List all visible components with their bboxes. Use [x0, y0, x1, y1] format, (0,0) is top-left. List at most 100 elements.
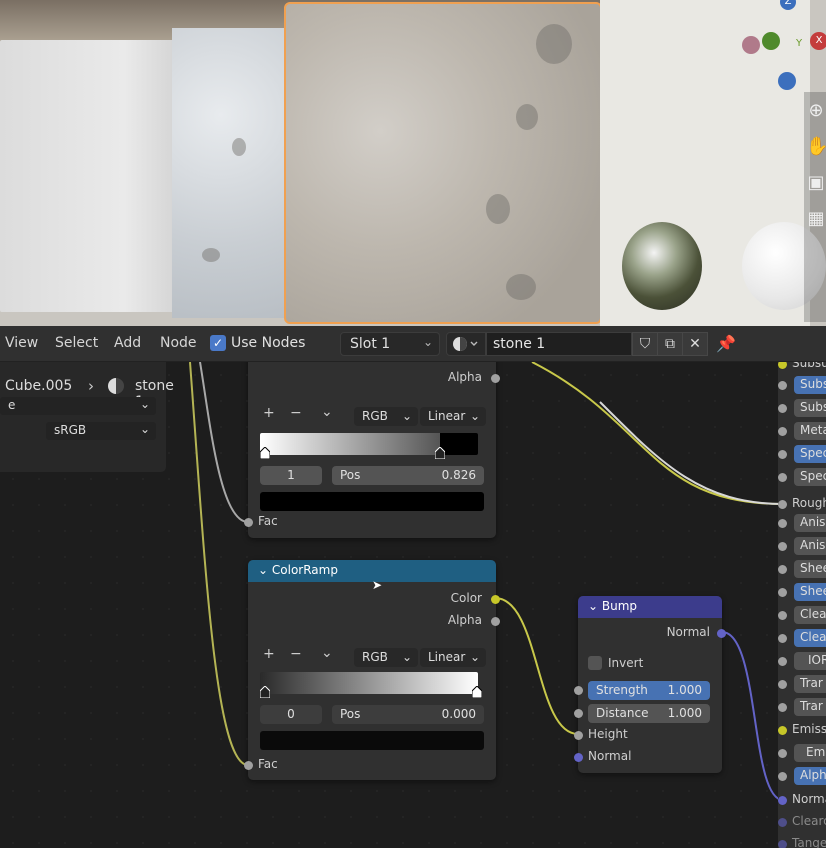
remove-stop-icon[interactable]: −	[290, 646, 302, 662]
input-socket[interactable]	[778, 657, 787, 666]
bsdf-field[interactable]: IOR	[794, 652, 826, 670]
bsdf-field[interactable]: Subs	[794, 376, 826, 394]
input-socket[interactable]	[778, 362, 787, 369]
stop-index-field[interactable]: 1	[260, 466, 322, 485]
input-socket[interactable]	[778, 473, 787, 482]
color-mode-select[interactable]: RGB ⌄	[354, 407, 418, 426]
normal-output-socket[interactable]	[717, 629, 726, 638]
menu-select[interactable]: Select	[55, 335, 98, 351]
close-icon[interactable]: ✕	[682, 332, 708, 356]
input-socket[interactable]	[778, 542, 787, 551]
fac-input-socket[interactable]	[244, 518, 253, 527]
stop-position-field[interactable]: Pos 0.000	[332, 705, 484, 724]
input-socket[interactable]	[778, 611, 787, 620]
bump-header[interactable]: ⌄ Bump	[578, 596, 722, 618]
alpha-output-socket[interactable]	[491, 617, 500, 626]
gizmo-neg-z-axis[interactable]	[778, 72, 796, 90]
menu-view[interactable]: View	[5, 335, 38, 351]
chevron-down-icon[interactable]: ⌄	[258, 563, 268, 577]
checkbox-icon[interactable]	[588, 656, 602, 670]
ramp-stop-handle[interactable]	[260, 447, 270, 459]
gizmo-y-axis[interactable]	[762, 32, 780, 50]
marble-block[interactable]	[172, 28, 294, 318]
input-socket[interactable]	[778, 519, 787, 528]
stop-index-field[interactable]: 0	[260, 705, 322, 724]
left-block[interactable]	[0, 40, 178, 312]
bsdf-field[interactable]: Alph	[794, 767, 826, 785]
color-output-socket[interactable]	[491, 595, 500, 604]
stop-position-field[interactable]: Pos 0.826	[332, 466, 484, 485]
add-stop-icon[interactable]: +	[263, 646, 275, 662]
emission-input-socket[interactable]	[778, 726, 787, 735]
add-stop-icon[interactable]: +	[263, 405, 275, 421]
input-socket[interactable]	[778, 588, 787, 597]
input-socket[interactable]	[778, 749, 787, 758]
strength-field[interactable]: Strength 1.000	[588, 681, 710, 700]
input-socket[interactable]	[778, 404, 787, 413]
ramp-stop-handle-active[interactable]	[435, 447, 445, 459]
interpolation-select[interactable]: Linear ⌄	[420, 648, 486, 667]
invert-checkbox[interactable]: Invert	[588, 656, 643, 670]
zoom-icon[interactable]: ⊕	[806, 98, 826, 124]
input-socket[interactable]	[778, 565, 787, 574]
bsdf-field[interactable]: Subs	[794, 399, 826, 417]
hand-pan-icon[interactable]: ✋	[806, 134, 826, 160]
bsdf-field[interactable]: Spec	[794, 468, 826, 486]
input-socket[interactable]	[778, 772, 787, 781]
bsdf-field[interactable]: Shee	[794, 583, 826, 601]
input-socket[interactable]	[778, 450, 787, 459]
copy-icon[interactable]: ⧉	[657, 332, 683, 356]
color-ramp-gradient[interactable]	[260, 433, 478, 455]
input-socket[interactable]	[778, 703, 787, 712]
bsdf-field[interactable]: Shee	[794, 560, 826, 578]
bsdf-field[interactable]: Clea	[794, 629, 826, 647]
chevron-down-icon[interactable]: ⌄	[588, 599, 598, 613]
grid-ortho-icon[interactable]: ▦	[806, 206, 826, 232]
color-mode-select[interactable]: RGB ⌄	[354, 648, 418, 667]
bsdf-field[interactable]: Meta	[794, 422, 826, 440]
selected-stone-block[interactable]	[284, 2, 602, 324]
remove-stop-icon[interactable]: −	[290, 405, 302, 421]
principled-bsdf-node[interactable]: Subsu Subs Subs Meta Spec Spec Rough Ani…	[778, 362, 826, 848]
image-dropdown[interactable]: e ⌄	[0, 397, 156, 415]
stop-color-swatch[interactable]	[260, 731, 484, 750]
input-socket[interactable]	[778, 381, 787, 390]
bsdf-field[interactable]: Anis	[794, 514, 826, 532]
bsdf-field[interactable]: Trar	[794, 698, 826, 716]
camera-icon[interactable]: ▣	[806, 170, 826, 196]
colorramp-node[interactable]: ⌄ ColorRamp ➤ Color Alpha + − ⌄ RGB ⌄ Lin…	[244, 560, 500, 780]
distance-field[interactable]: Distance 1.000	[588, 704, 710, 723]
distance-input-socket[interactable]	[574, 709, 583, 718]
input-socket[interactable]	[778, 680, 787, 689]
pin-icon[interactable]: 📌	[716, 334, 736, 353]
bsdf-field[interactable]: Anis	[794, 537, 826, 555]
menu-node[interactable]: Node	[160, 335, 197, 351]
bsdf-field[interactable]: Spec	[794, 445, 826, 463]
ramp-stop-handle[interactable]	[472, 686, 482, 698]
slot-dropdown[interactable]: Slot 1 ⌄	[340, 332, 440, 356]
strength-input-socket[interactable]	[574, 686, 583, 695]
input-socket[interactable]	[778, 634, 787, 643]
colorspace-dropdown[interactable]: sRGB ⌄	[46, 422, 156, 440]
material-name-field[interactable]: stone 1	[486, 332, 632, 356]
gizmo-x-axis[interactable]: X	[810, 32, 826, 50]
interpolation-select[interactable]: Linear ⌄	[420, 407, 486, 426]
bsdf-field[interactable]: Clea	[794, 606, 826, 624]
fac-input-socket[interactable]	[244, 761, 253, 770]
colorramp-node-top[interactable]: Alpha + − ⌄ RGB ⌄ Linear ⌄ 1 Pos 0.826 Fac	[244, 362, 500, 538]
chevron-down-icon[interactable]: ⌄	[321, 645, 333, 661]
node-canvas[interactable]: Cube.005 › stone 1 e ⌄ sRGB ⌄ Alpha + − …	[0, 362, 826, 848]
ramp-stop-handle-active[interactable]	[260, 686, 270, 698]
bsdf-field[interactable]: Em	[794, 744, 826, 762]
input-socket[interactable]	[778, 427, 787, 436]
chevron-down-icon[interactable]: ⌄	[321, 404, 333, 420]
shield-icon[interactable]: ⛉	[632, 332, 658, 356]
bsdf-field[interactable]: Trar	[794, 675, 826, 693]
checkmark-icon[interactable]: ✓	[210, 335, 226, 351]
use-nodes-toggle[interactable]: ✓ Use Nodes	[210, 335, 305, 351]
input-socket[interactable]	[778, 840, 787, 848]
height-input-socket[interactable]	[574, 731, 583, 740]
menu-add[interactable]: Add	[114, 335, 141, 351]
normal-input-socket[interactable]	[574, 753, 583, 762]
alpha-output-socket[interactable]	[491, 374, 500, 383]
